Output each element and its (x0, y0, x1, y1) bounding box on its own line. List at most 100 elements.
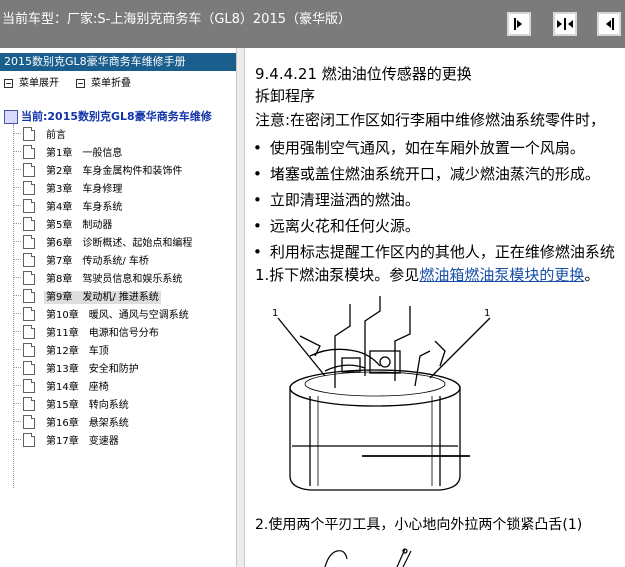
caution-note: 注意:在密闭工作区如行李厢中维修燃油系统零件时， (255, 111, 606, 129)
document-icon (23, 324, 35, 339)
document-icon (23, 198, 35, 213)
chapter-item[interactable]: 第17章 变速器 (13, 432, 121, 448)
step-2: 2.使用两个平刃工具，小心地向外拉两个锁紧凸舌(1) (255, 517, 583, 533)
bullet-text: 利用标志提醒工作区内的其他人，正在维修燃油系统 (269, 243, 615, 261)
chapter-item[interactable]: 第8章 驾驶员信息和娱乐系统 (13, 270, 184, 286)
document-icon (23, 252, 35, 267)
bullet-text: 堵塞或盖住燃油系统开口，减少燃油蒸汽的形成。 (269, 165, 600, 183)
tree-branch (13, 259, 21, 260)
expand-button[interactable] (553, 12, 577, 36)
chapter-label: 第14章 座椅 (46, 382, 109, 393)
document-icon (23, 144, 35, 159)
chapter-item[interactable]: 第5章 制动器 (13, 216, 114, 232)
chapter-label: 第8章 驾驶员信息和娱乐系统 (46, 274, 183, 285)
bullet-text: 立即清理溢洒的燃油。 (269, 191, 420, 209)
document-icon (23, 180, 35, 195)
book-icon (4, 110, 18, 124)
chapter-item[interactable]: 前言 (13, 126, 68, 142)
menu-collapse-button[interactable]: 菜单折叠 (76, 74, 131, 89)
title-bar: 当前车型：厂家:S-上海别克商务车（GL8）2015（豪华版） (0, 0, 625, 48)
chapter-item[interactable]: 第1章 一般信息 (13, 144, 124, 160)
chapter-item[interactable]: 第14章 座椅 (13, 378, 111, 394)
tree-root[interactable]: 当前:2015数别克GL8豪华商务车维修 (4, 108, 212, 124)
chapter-label: 第9章 发动机/ 推进系统 (44, 291, 161, 304)
document-icon (23, 162, 35, 177)
manual-title: 2015数别克GL8豪华商务车维修手册 (0, 53, 246, 71)
chapter-label: 第16章 悬架系统 (46, 418, 129, 429)
chapter-label: 第7章 传动系统/ 车桥 (46, 256, 149, 267)
tree-root-label: 当前:2015数别克GL8豪华商务车维修 (21, 110, 212, 123)
chapter-label: 第1章 一般信息 (46, 148, 123, 159)
chapter-label: 前言 (46, 130, 66, 141)
chapter-item[interactable]: 第10章 暖风、通风与空调系统 (13, 306, 191, 322)
prev-page-icon (606, 18, 614, 30)
chapter-item[interactable]: 第2章 车身金属构件和装饰件 (13, 162, 184, 178)
step-1-text: 1.拆下燃油泵模块。参见 (255, 266, 420, 284)
panel-splitter[interactable] (236, 48, 245, 567)
bullet-text: 远离火花和任何火源。 (269, 217, 420, 235)
next-page-icon (514, 18, 522, 30)
step-1-suffix: 。 (584, 266, 600, 284)
tree-branch (13, 151, 21, 152)
vehicle-model-title: 当前车型：厂家:S-上海别克商务车（GL8）2015（豪华版） (2, 12, 351, 27)
expand-square-icon (4, 78, 13, 88)
tree-branch (13, 349, 21, 350)
tree-branch (13, 385, 21, 386)
document-icon (23, 288, 35, 303)
tree-branch (13, 187, 21, 188)
chapter-item[interactable]: 第7章 传动系统/ 车桥 (13, 252, 151, 268)
tree-branch (13, 169, 21, 170)
bullet-item: • 堵塞或盖住燃油系统开口，减少燃油蒸汽的形成。 (253, 165, 600, 183)
chapter-item[interactable]: 第4章 车身系统 (13, 198, 124, 214)
callout-label: 1 (484, 308, 490, 319)
chapter-label: 第17章 变速器 (46, 436, 119, 447)
document-icon (23, 342, 35, 357)
tree-branch (13, 331, 21, 332)
chapter-item[interactable]: 第13章 安全和防护 (13, 360, 141, 376)
bullet-item: • 利用标志提醒工作区内的其他人，正在维修燃油系统 (253, 243, 615, 261)
chapter-item[interactable]: 第15章 转向系统 (13, 396, 131, 412)
bullet-item: • 使用强制空气通风，如在车厢外放置一个风扇。 (253, 139, 585, 157)
tree-branch (13, 403, 21, 404)
fuel-pump-module-link[interactable]: 燃油箱燃油泵模块的更换 (419, 266, 584, 284)
chapter-label: 第12章 车顶 (46, 346, 109, 357)
chapter-item[interactable]: 第6章 诊断概述、起始点和编程 (13, 234, 194, 250)
document-icon (23, 270, 35, 285)
document-icon (23, 234, 35, 249)
chapter-item[interactable]: 第3章 车身修理 (13, 180, 124, 196)
bullet-text: 使用强制空气通风，如在车厢外放置一个风扇。 (269, 139, 585, 157)
expand-icon (557, 18, 573, 30)
chapter-item[interactable]: 第11章 电源和信号分布 (13, 324, 161, 340)
step-1: 1.拆下燃油泵模块。参见燃油箱燃油泵模块的更换。 (255, 264, 599, 285)
tree-branch (13, 439, 21, 440)
chapter-label: 第11章 电源和信号分布 (46, 328, 159, 339)
document-icon (23, 432, 35, 447)
callout-label: 1 (272, 308, 278, 319)
menu-expand-button[interactable]: 菜单展开 (4, 74, 59, 89)
prev-page-button[interactable] (597, 12, 621, 36)
tree-branch (13, 205, 21, 206)
chapter-label: 第4章 车身系统 (46, 202, 123, 213)
section-title: 9.4.4.21 燃油油位传感器的更换 (255, 65, 472, 83)
menu-collapse-label: 菜单折叠 (91, 78, 131, 89)
document-icon (23, 378, 35, 393)
chapter-label: 第2章 车身金属构件和装饰件 (46, 166, 183, 177)
document-icon (23, 216, 35, 231)
menu-expand-label: 菜单展开 (19, 78, 59, 89)
tree-branch (13, 241, 21, 242)
next-page-button[interactable] (507, 12, 531, 36)
document-icon (23, 396, 35, 411)
document-content: 9.4.4.21 燃油油位传感器的更换 拆卸程序 注意:在密闭工作区如行李厢中维… (245, 48, 625, 567)
tree-branch (13, 367, 21, 368)
chapter-item[interactable]: 第9章 发动机/ 推进系统 (13, 288, 161, 304)
sidebar: 2015数别克GL8豪华商务车维修手册 菜单展开 菜单折叠 当前:2015数别克… (0, 48, 246, 567)
tree-branch (13, 313, 21, 314)
chapter-label: 第3章 车身修理 (46, 184, 123, 195)
chapter-item[interactable]: 第12章 车顶 (13, 342, 111, 358)
tree-branch (13, 295, 21, 296)
tree-branch (13, 277, 21, 278)
chapter-item[interactable]: 第16章 悬架系统 (13, 414, 131, 430)
document-icon (23, 306, 35, 321)
tree-branch (13, 133, 21, 134)
bullet-item: • 立即清理溢洒的燃油。 (253, 191, 420, 209)
